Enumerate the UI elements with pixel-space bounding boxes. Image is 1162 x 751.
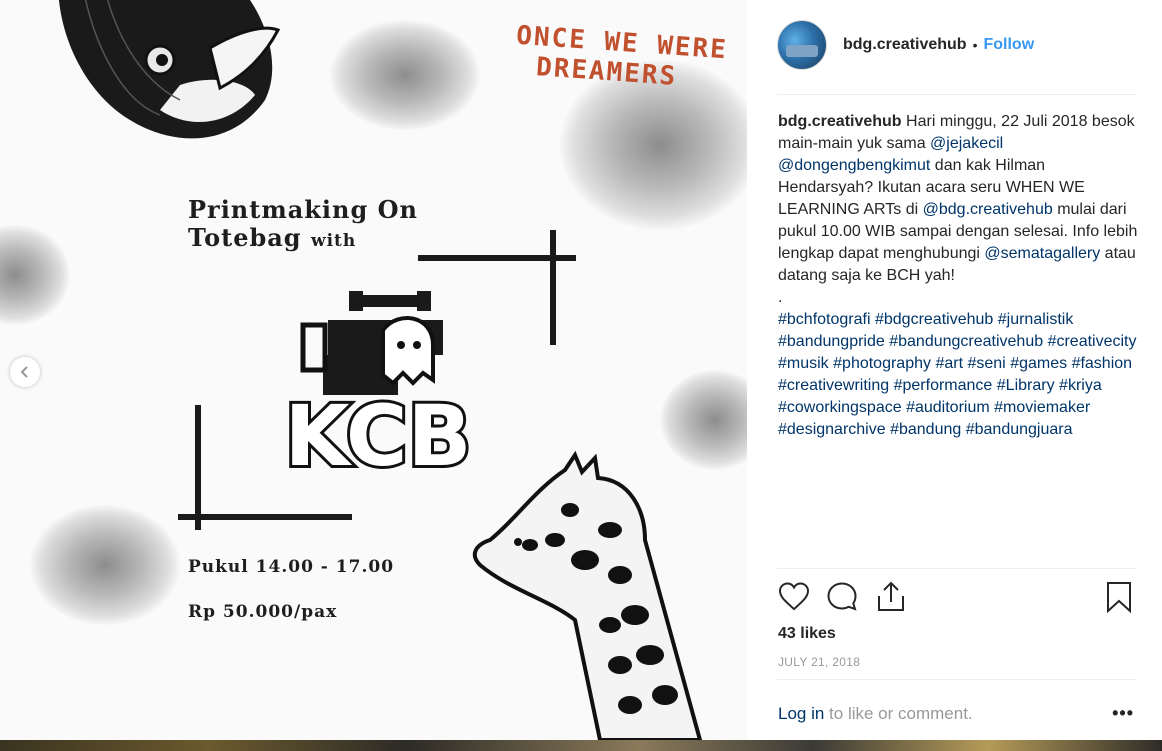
post-header: bdg.creativehub • Follow bbox=[777, 20, 1034, 70]
poster-title-line: Totebag bbox=[188, 223, 302, 252]
comment-prompt: Log in to like or comment. bbox=[778, 704, 973, 724]
caption-dot: . bbox=[778, 289, 783, 306]
chevron-left-icon bbox=[20, 366, 28, 378]
header-username[interactable]: bdg.creativehub bbox=[843, 36, 967, 54]
mention-link[interactable]: @dongengbengkimut bbox=[778, 157, 930, 174]
mention-link[interactable]: @bdg.creativehub bbox=[923, 201, 1053, 218]
hashtag-link[interactable]: #performance bbox=[894, 377, 993, 394]
hashtag-link[interactable]: #seni bbox=[967, 355, 1005, 372]
carousel-prev-button[interactable] bbox=[10, 357, 40, 387]
hashtag-link[interactable]: #creativewriting bbox=[778, 377, 889, 394]
action-bar bbox=[777, 580, 1136, 616]
hashtag-link[interactable]: #bandungpride bbox=[778, 333, 885, 350]
share-icon[interactable] bbox=[874, 580, 908, 614]
penguin-illustration bbox=[58, 0, 280, 139]
header-separator: • bbox=[972, 37, 978, 53]
frame-line bbox=[195, 405, 201, 530]
poster-title-with: with bbox=[310, 231, 357, 251]
hashtag-link[interactable]: #bdgcreativehub bbox=[875, 311, 993, 328]
hashtag-link[interactable]: #creativecity bbox=[1048, 333, 1137, 350]
follow-button[interactable]: Follow bbox=[983, 36, 1034, 54]
ink-smudge bbox=[330, 20, 480, 130]
divider bbox=[777, 94, 1136, 95]
hashtag-link[interactable]: #Library bbox=[997, 377, 1055, 394]
hashtag-link[interactable]: #bandungcreativehub bbox=[889, 333, 1043, 350]
background-strip bbox=[0, 740, 1162, 751]
heart-icon[interactable] bbox=[777, 580, 811, 614]
divider bbox=[777, 679, 1136, 680]
hashtag-link[interactable]: #art bbox=[935, 355, 963, 372]
kcb-logo: KCB bbox=[283, 291, 473, 488]
hashtag-link[interactable]: #photography bbox=[833, 355, 931, 372]
hashtag-link[interactable]: #bchfotografi bbox=[778, 311, 871, 328]
hashtag-link[interactable]: #kriya bbox=[1059, 377, 1102, 394]
comment-icon[interactable] bbox=[825, 580, 859, 614]
mention-link[interactable]: @sematagallery bbox=[984, 245, 1100, 262]
hashtag-link[interactable]: #musik bbox=[778, 355, 829, 372]
poster-title: Printmaking On Totebag with bbox=[188, 196, 418, 255]
ink-smudge bbox=[0, 225, 70, 325]
avatar[interactable] bbox=[777, 20, 827, 70]
frame-line bbox=[178, 514, 352, 520]
hashtag-link[interactable]: #fashion bbox=[1072, 355, 1133, 372]
login-link[interactable]: Log in bbox=[778, 704, 824, 723]
post-image: ONCE WE WERE DREAMERS Printmaking On Tot… bbox=[0, 0, 747, 740]
more-options-button[interactable]: ••• bbox=[1112, 703, 1134, 724]
hashtag-link[interactable]: #auditorium bbox=[906, 399, 990, 416]
hashtag-link[interactable]: #moviemaker bbox=[994, 399, 1090, 416]
hashtag-link[interactable]: #jurnalistik bbox=[998, 311, 1074, 328]
divider bbox=[777, 568, 1136, 569]
post-caption: bdg.creativehub Hari minggu, 22 Juli 201… bbox=[778, 111, 1138, 441]
caption-username[interactable]: bdg.creativehub bbox=[778, 113, 902, 130]
ink-smudge bbox=[30, 505, 180, 625]
hashtag-list: #bchfotografi #bdgcreativehub #jurnalist… bbox=[778, 309, 1138, 441]
hashtag-link[interactable]: #games bbox=[1010, 355, 1067, 372]
hashtag-link[interactable]: #designarchive bbox=[778, 421, 886, 438]
post-side-panel: bdg.creativehub • Follow bdg.creativehub… bbox=[747, 0, 1162, 740]
scribble-text: ONCE WE WERE DREAMERS bbox=[513, 21, 728, 96]
hashtag-link[interactable]: #bandungjuara bbox=[966, 421, 1073, 438]
comment-prompt-text: to like or comment. bbox=[824, 704, 973, 723]
hashtag-link[interactable]: #bandung bbox=[890, 421, 961, 438]
poster-price: Rp 50.000/pax bbox=[188, 602, 338, 622]
frame-line bbox=[550, 230, 556, 345]
poster-time: Pukul 14.00 - 17.00 bbox=[188, 557, 395, 577]
kcb-logo-text: KCB bbox=[285, 387, 472, 485]
hashtag-link[interactable]: #coworkingspace bbox=[778, 399, 902, 416]
giraffe-illustration bbox=[472, 450, 703, 740]
likes-count[interactable]: 43 likes bbox=[778, 625, 836, 643]
bookmark-icon[interactable] bbox=[1102, 580, 1136, 614]
post-date[interactable]: JULY 21, 2018 bbox=[778, 655, 860, 669]
mention-link[interactable]: @jejakecil bbox=[930, 135, 1003, 152]
poster-title-line: Printmaking On bbox=[188, 195, 418, 224]
